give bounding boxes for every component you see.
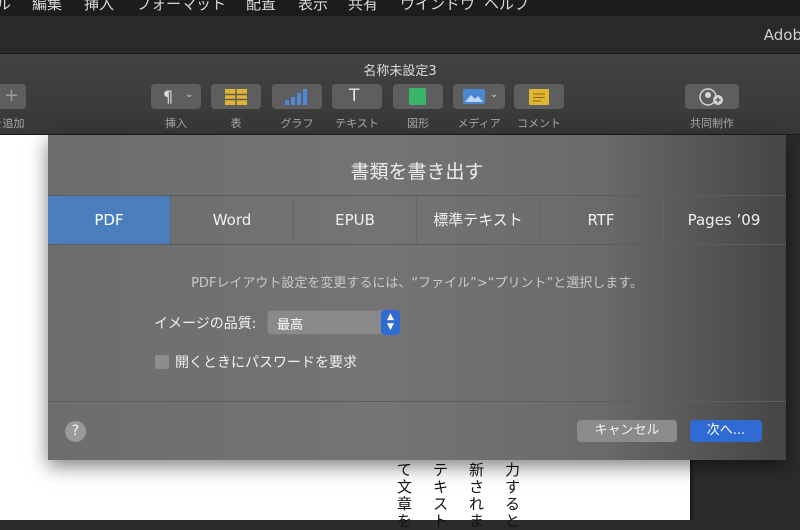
add-page-label: を追加: [0, 117, 25, 130]
tab-word[interactable]: Word: [171, 196, 294, 244]
bar-chart-icon: [285, 89, 307, 105]
menu-item-help[interactable]: ヘルプ: [484, 0, 529, 14]
insert-button[interactable]: ¶ ⌄: [151, 84, 201, 109]
menu-item-file[interactable]: ル: [0, 0, 11, 14]
paragraph-icon: ¶: [163, 87, 174, 106]
collaborate-label: 共同制作: [690, 117, 734, 130]
require-password-label[interactable]: 開くときにパスワードを要求: [175, 352, 357, 372]
collaborate-button[interactable]: [685, 84, 739, 109]
tab-epub[interactable]: EPUB: [294, 196, 417, 244]
shape-icon: [409, 88, 426, 105]
chart-label: グラフ: [280, 117, 314, 130]
menu-item-format[interactable]: フォーマット: [136, 0, 226, 14]
table-button[interactable]: [211, 84, 261, 109]
menu-item-share[interactable]: 共有: [348, 0, 378, 14]
menu-item-edit[interactable]: 編集: [32, 0, 62, 14]
help-button[interactable]: ?: [65, 421, 86, 442]
tab-pages-09[interactable]: Pages ’09: [663, 196, 785, 244]
comment-icon: [529, 89, 549, 105]
add-person-icon: [699, 88, 723, 106]
canvas-background: [690, 460, 800, 520]
pdf-layout-info: PDFレイアウト設定を変更するには、“ファイル”>“プリント”と選択します。: [191, 276, 643, 291]
window-tab-adobe[interactable]: Adob: [764, 26, 800, 44]
chart-button[interactable]: [272, 84, 322, 109]
media-button[interactable]: ⌄: [453, 84, 505, 109]
cancel-button[interactable]: キャンセル: [577, 420, 677, 442]
image-quality-select[interactable]: 最高 ▲ ▼: [267, 310, 400, 335]
comment-label: コメント: [517, 117, 561, 130]
tab-plain-text[interactable]: 標準テキスト: [417, 196, 540, 244]
insert-label: 挿入: [165, 117, 187, 130]
image-icon: [463, 89, 485, 104]
document-title: 名称未設定3: [363, 64, 437, 79]
media-label: メディア: [457, 117, 501, 130]
format-tab-bar: PDF Word EPUB 標準テキスト RTF Pages ’09: [48, 195, 786, 245]
chevron-down-icon: ⌄: [490, 89, 499, 100]
divider: [48, 401, 786, 402]
image-quality-label: イメージの品質:: [154, 316, 257, 332]
document-canvas-left: [0, 135, 48, 520]
menu-item-insert[interactable]: 挿入: [84, 0, 114, 14]
text-cursor-icon: T: [349, 86, 360, 106]
document-page[interactable]: [48, 460, 690, 520]
tab-rtf[interactable]: RTF: [540, 196, 663, 244]
export-dialog: 書類を書き出す PDF Word EPUB 標準テキスト RTF Pages ’…: [48, 135, 786, 460]
comment-button[interactable]: [514, 84, 564, 109]
menu-item-window[interactable]: ウインドウ: [400, 0, 475, 14]
add-page-button[interactable]: +: [0, 84, 26, 109]
menu-bar: ル 編集 挿入 フォーマット 配置 表示 共有 ウインドウ ヘルプ: [0, 0, 800, 16]
plus-icon: +: [4, 85, 20, 106]
shape-label: 図形: [407, 117, 429, 130]
text-label: テキスト: [335, 117, 379, 130]
chevron-down-icon: ⌄: [185, 89, 194, 100]
table-label: 表: [230, 117, 242, 130]
menu-item-view[interactable]: 表示: [298, 0, 328, 14]
text-button[interactable]: T: [332, 84, 382, 109]
require-password-checkbox[interactable]: [154, 354, 170, 370]
chevron-updown-icon: ▲ ▼: [381, 310, 400, 335]
dialog-title: 書類を書き出す: [350, 161, 484, 183]
window-tab-strip: Adob: [0, 16, 800, 54]
shape-button[interactable]: [393, 84, 443, 109]
next-button[interactable]: 次へ...: [690, 420, 762, 442]
tab-pdf[interactable]: PDF: [48, 196, 171, 244]
table-icon: [225, 89, 247, 105]
image-quality-value: 最高: [277, 318, 304, 333]
menu-item-arrange[interactable]: 配置: [246, 0, 276, 14]
toolbar: 名称未設定3 + を追加 ¶ ⌄ 挿入 表 グラフ T テキスト 図形: [0, 54, 800, 135]
